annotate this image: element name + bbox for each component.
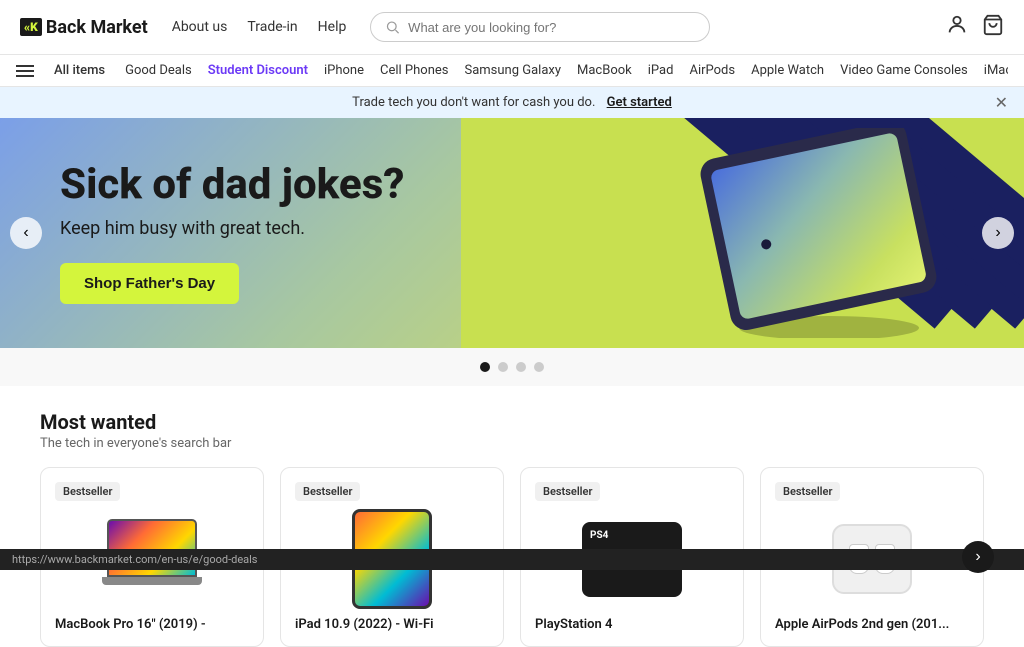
- tablet-image: [684, 128, 964, 338]
- brand-name: Back Market: [46, 17, 148, 38]
- dot-3[interactable]: [516, 362, 526, 372]
- video-game-consoles-link[interactable]: Video Game Consoles: [840, 63, 968, 78]
- hamburger-menu[interactable]: [16, 65, 34, 77]
- imac-link[interactable]: iMac: [984, 63, 1008, 78]
- hero-cta-button[interactable]: Shop Father's Day: [60, 263, 239, 304]
- hero-banner: ‹ Sick of dad jokes? Keep him busy with …: [0, 118, 1024, 348]
- hero-subtext: Keep him busy with great tech.: [60, 218, 404, 239]
- user-icon[interactable]: [946, 14, 968, 40]
- promo-text: Trade tech you don't want for cash you d…: [352, 95, 595, 110]
- ipad-link[interactable]: iPad: [648, 63, 674, 78]
- search-bar: [370, 12, 710, 42]
- trade-in-link[interactable]: Trade-in: [247, 19, 297, 35]
- bestseller-badge: Bestseller: [535, 482, 600, 501]
- cell-phones-link[interactable]: Cell Phones: [380, 63, 448, 78]
- hero-visual: [461, 118, 1024, 348]
- products-next-button[interactable]: ›: [962, 541, 994, 573]
- logo[interactable]: «K Back Market: [20, 17, 148, 38]
- student-discount-link[interactable]: Student Discount: [208, 63, 308, 78]
- apple-watch-link[interactable]: Apple Watch: [751, 63, 824, 78]
- all-items-label[interactable]: All items: [54, 63, 105, 78]
- dot-2[interactable]: [498, 362, 508, 372]
- samsung-galaxy-link[interactable]: Samsung Galaxy: [464, 63, 561, 78]
- iphone-link[interactable]: iPhone: [324, 63, 364, 78]
- site-header: «K Back Market About us Trade-in Help: [0, 0, 1024, 55]
- airpods-name: Apple AirPods 2nd gen (201...: [775, 617, 969, 632]
- airpods-link[interactable]: AirPods: [689, 63, 735, 78]
- logo-icon: «K: [20, 18, 42, 36]
- good-deals-link[interactable]: Good Deals: [125, 63, 192, 78]
- bestseller-badge: Bestseller: [55, 482, 120, 501]
- hero-headline: Sick of dad jokes?: [60, 162, 404, 208]
- header-nav: About us Trade-in Help: [172, 19, 347, 35]
- search-input[interactable]: [408, 20, 695, 35]
- header-icons: [946, 14, 1004, 40]
- most-wanted-subtitle: The tech in everyone's search bar: [40, 436, 984, 451]
- dot-4[interactable]: [534, 362, 544, 372]
- most-wanted-section: Most wanted The tech in everyone's searc…: [0, 386, 1024, 647]
- ps4-name: PlayStation 4: [535, 617, 729, 632]
- promo-cta[interactable]: Get started: [607, 95, 672, 110]
- navbar-links: Good Deals Student Discount iPhone Cell …: [125, 63, 1008, 78]
- hero-next-button[interactable]: ›: [982, 217, 1014, 249]
- cart-icon[interactable]: [982, 14, 1004, 40]
- hero-prev-button[interactable]: ‹: [10, 217, 42, 249]
- category-navbar: All items Good Deals Student Discount iP…: [0, 55, 1024, 87]
- bestseller-badge: Bestseller: [295, 482, 360, 501]
- promo-banner: Trade tech you don't want for cash you d…: [0, 87, 1024, 118]
- about-us-link[interactable]: About us: [172, 19, 228, 35]
- macbook-link[interactable]: MacBook: [577, 63, 632, 78]
- most-wanted-title: Most wanted: [40, 410, 984, 434]
- ipad-name: iPad 10.9 (2022) - Wi-Fi: [295, 617, 489, 632]
- macbook-name: MacBook Pro 16" (2019) -: [55, 617, 249, 632]
- search-icon: [385, 19, 400, 35]
- hero-dots: [0, 348, 1024, 386]
- hero-content: Sick of dad jokes? Keep him busy with gr…: [0, 122, 464, 344]
- close-icon[interactable]: ✕: [995, 93, 1008, 112]
- status-bar: https://www.backmarket.com/en-us/e/good-…: [0, 549, 1024, 570]
- status-url: https://www.backmarket.com/en-us/e/good-…: [12, 553, 258, 566]
- bestseller-badge: Bestseller: [775, 482, 840, 501]
- dot-1[interactable]: [480, 362, 490, 372]
- help-link[interactable]: Help: [318, 19, 347, 35]
